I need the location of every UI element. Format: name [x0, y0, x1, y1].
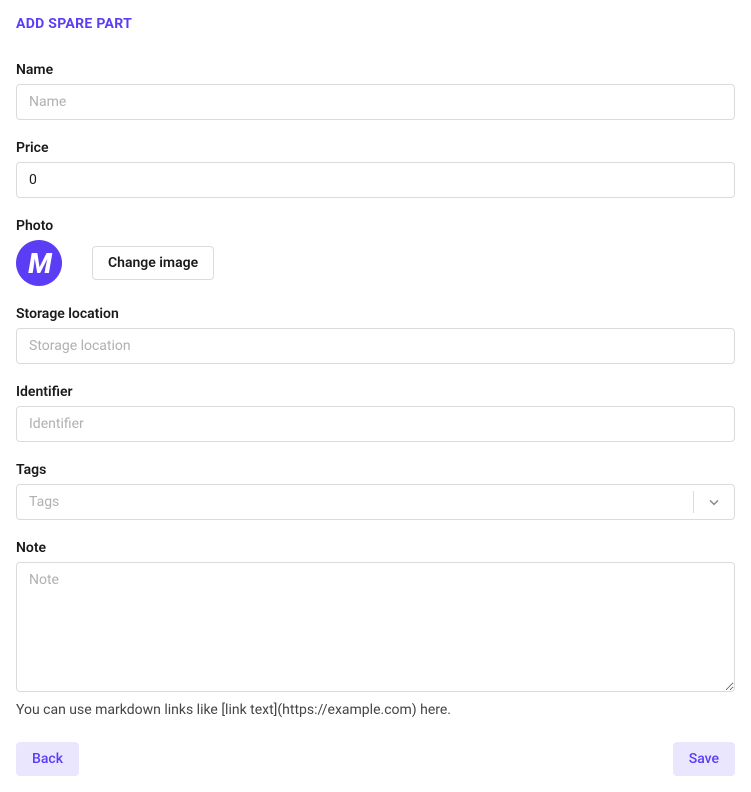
price-label: Price	[16, 140, 735, 156]
note-textarea[interactable]	[16, 562, 735, 692]
name-input[interactable]	[16, 84, 735, 120]
tags-select[interactable]: Tags	[16, 484, 735, 520]
note-label: Note	[16, 540, 735, 556]
photo-row: M Change image	[16, 240, 735, 286]
storage-location-input[interactable]	[16, 328, 735, 364]
note-group: Note You can use markdown links like [li…	[16, 540, 735, 718]
price-group: Price	[16, 140, 735, 198]
note-help-text: You can use markdown links like [link te…	[16, 702, 735, 718]
tags-placeholder: Tags	[17, 485, 693, 519]
name-group: Name	[16, 62, 735, 120]
storage-location-group: Storage location	[16, 306, 735, 364]
photo-avatar: M	[16, 240, 62, 286]
identifier-group: Identifier	[16, 384, 735, 442]
price-input[interactable]	[16, 162, 735, 198]
back-button[interactable]: Back	[16, 742, 79, 776]
change-image-button[interactable]: Change image	[92, 246, 214, 280]
button-row: Back Save	[16, 742, 735, 776]
tags-label: Tags	[16, 462, 735, 478]
page-title: ADD SPARE PART	[16, 16, 735, 32]
identifier-label: Identifier	[16, 384, 735, 400]
storage-location-label: Storage location	[16, 306, 735, 322]
name-label: Name	[16, 62, 735, 78]
chevron-down-icon	[694, 494, 734, 510]
tags-group: Tags Tags	[16, 462, 735, 520]
photo-group: Photo M Change image	[16, 218, 735, 286]
identifier-input[interactable]	[16, 406, 735, 442]
photo-label: Photo	[16, 218, 735, 234]
save-button[interactable]: Save	[673, 742, 735, 776]
